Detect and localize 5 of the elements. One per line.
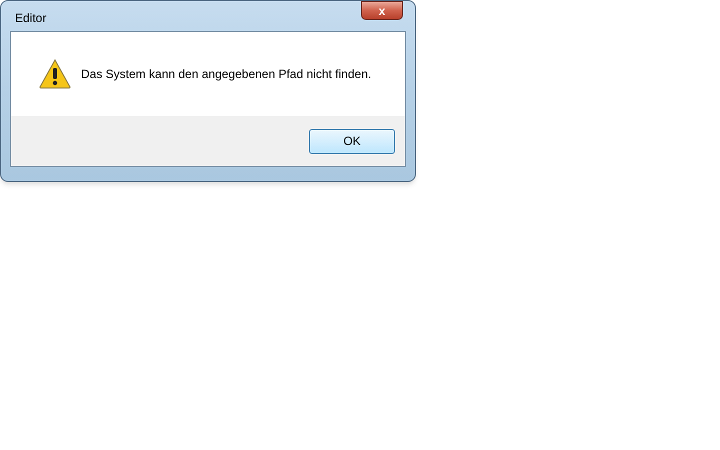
ok-button[interactable]: OK — [309, 128, 395, 154]
window-title: Editor — [15, 10, 46, 27]
error-message: Das System kann den angegebenen Pfad nicht finden. — [81, 66, 372, 83]
warning-icon — [39, 59, 71, 89]
close-button[interactable]: x — [361, 1, 403, 20]
